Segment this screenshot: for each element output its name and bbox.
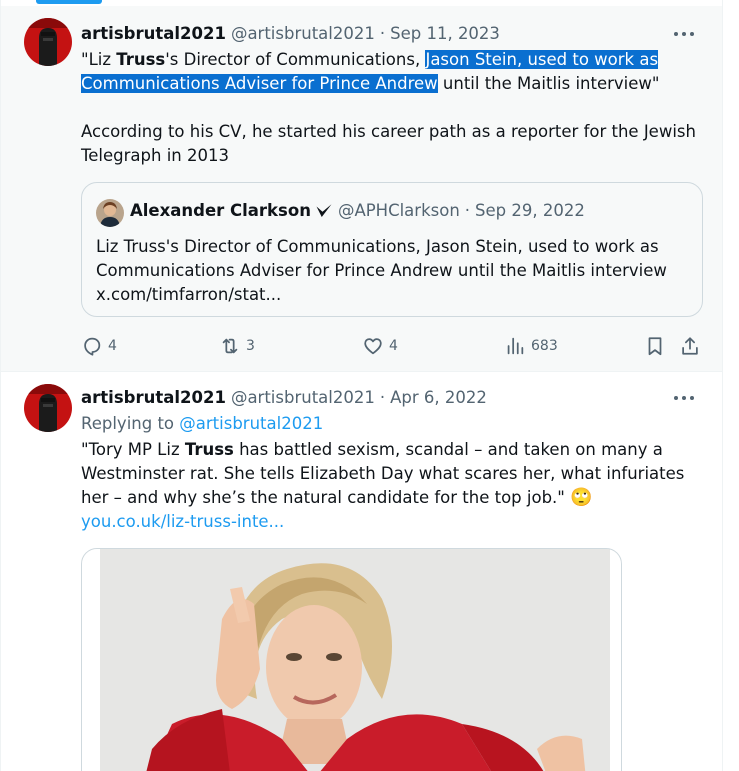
handle[interactable]: @artisbrutal2021 xyxy=(231,388,375,407)
text-segment: "Tory MP Liz xyxy=(81,440,185,459)
share-icon xyxy=(682,337,698,355)
like-count: 4 xyxy=(389,338,398,354)
timeline-border xyxy=(722,0,723,771)
more-options-icon[interactable] xyxy=(672,24,696,44)
text-line: Communications Adviser for Prince Andrew… xyxy=(96,261,667,280)
handle: @APHClarkson xyxy=(337,201,460,220)
bookmark-icon xyxy=(648,337,662,356)
like-button[interactable]: 4 xyxy=(362,334,398,358)
views-button[interactable]: 683 xyxy=(504,334,558,358)
repost-count: 3 xyxy=(246,338,255,354)
article-link[interactable]: you.co.uk/liz-truss-inte... xyxy=(81,512,284,531)
timestamp: Sep 29, 2022 xyxy=(475,201,585,220)
reply-button[interactable]: 4 xyxy=(81,334,117,358)
action-bar: 4 3 4 683 xyxy=(81,334,706,358)
timestamp[interactable]: Sep 11, 2023 xyxy=(390,24,500,43)
display-name[interactable]: artisbrutal2021 xyxy=(81,24,226,43)
timestamp[interactable]: Apr 6, 2022 xyxy=(390,388,487,407)
separator: · xyxy=(379,23,386,43)
display-name[interactable]: artisbrutal2021 xyxy=(81,388,226,407)
share-button[interactable] xyxy=(679,334,701,358)
text-segment: 's Director of Communications, xyxy=(165,50,426,69)
rolling-eyes-emoji: 🙄 xyxy=(570,487,593,508)
more-options-icon[interactable] xyxy=(672,388,696,408)
view-count: 683 xyxy=(531,338,558,354)
tweet[interactable]: artisbrutal2021 @artisbrutal2021 · Sep 1… xyxy=(0,6,722,372)
reply-count: 4 xyxy=(108,338,117,354)
bookmark-button[interactable] xyxy=(644,334,666,358)
separator: · xyxy=(379,387,386,407)
avatar xyxy=(96,199,124,227)
reply-icon xyxy=(84,337,101,356)
handle[interactable]: @artisbrutal2021 xyxy=(231,24,375,43)
tweet-header: artisbrutal2021 @artisbrutal2021 · Sep 1… xyxy=(81,22,500,44)
tweet-paragraph: According to his CV, he started his care… xyxy=(81,122,696,165)
tweet-header: artisbrutal2021 @artisbrutal2021 · Apr 6… xyxy=(81,386,487,408)
selected-text: Jason Stein, used to work as xyxy=(425,50,659,69)
avatar[interactable] xyxy=(24,384,72,432)
quoted-tweet-header: Alexander Clarkson @APHClarkson · Sep 29… xyxy=(130,201,585,220)
tweet[interactable]: artisbrutal2021 @artisbrutal2021 · Apr 6… xyxy=(0,372,722,771)
replying-label: Replying to xyxy=(81,414,180,433)
repost-icon xyxy=(222,338,238,354)
quoted-tweet-text: Liz Truss's Director of Communications, … xyxy=(96,235,696,307)
separator: · xyxy=(464,201,471,220)
text-segment: until the Maitlis interview" xyxy=(437,74,660,93)
views-icon xyxy=(507,337,524,355)
avatar[interactable] xyxy=(24,18,72,66)
quoted-tweet[interactable]: Alexander Clarkson @APHClarkson · Sep 29… xyxy=(81,182,703,317)
quoted-link: x.com/timfarron/stat... xyxy=(96,285,282,304)
selected-text: Communications Adviser for Prince Andrew xyxy=(81,74,438,93)
replying-to: Replying to @artisbrutal2021 xyxy=(81,412,706,436)
timeline-border xyxy=(0,0,1,771)
verified-badge-icon xyxy=(316,203,332,217)
bold-term: Truss xyxy=(116,50,166,69)
active-indicator xyxy=(36,0,102,4)
heart-icon xyxy=(364,338,382,355)
replying-handle-link[interactable]: @artisbrutal2021 xyxy=(179,414,323,433)
tweet-text: "Liz Truss's Director of Communications,… xyxy=(81,48,706,168)
tweet-image[interactable] xyxy=(81,548,622,771)
text-line: Liz Truss's Director of Communications, … xyxy=(96,237,659,256)
bold-term: Truss xyxy=(184,440,234,459)
text-segment: "Liz xyxy=(81,50,117,69)
tweet-text: "Tory MP Liz Truss has battled sexism, s… xyxy=(81,438,706,534)
display-name: Alexander Clarkson xyxy=(130,201,311,220)
repost-button[interactable]: 3 xyxy=(219,334,255,358)
